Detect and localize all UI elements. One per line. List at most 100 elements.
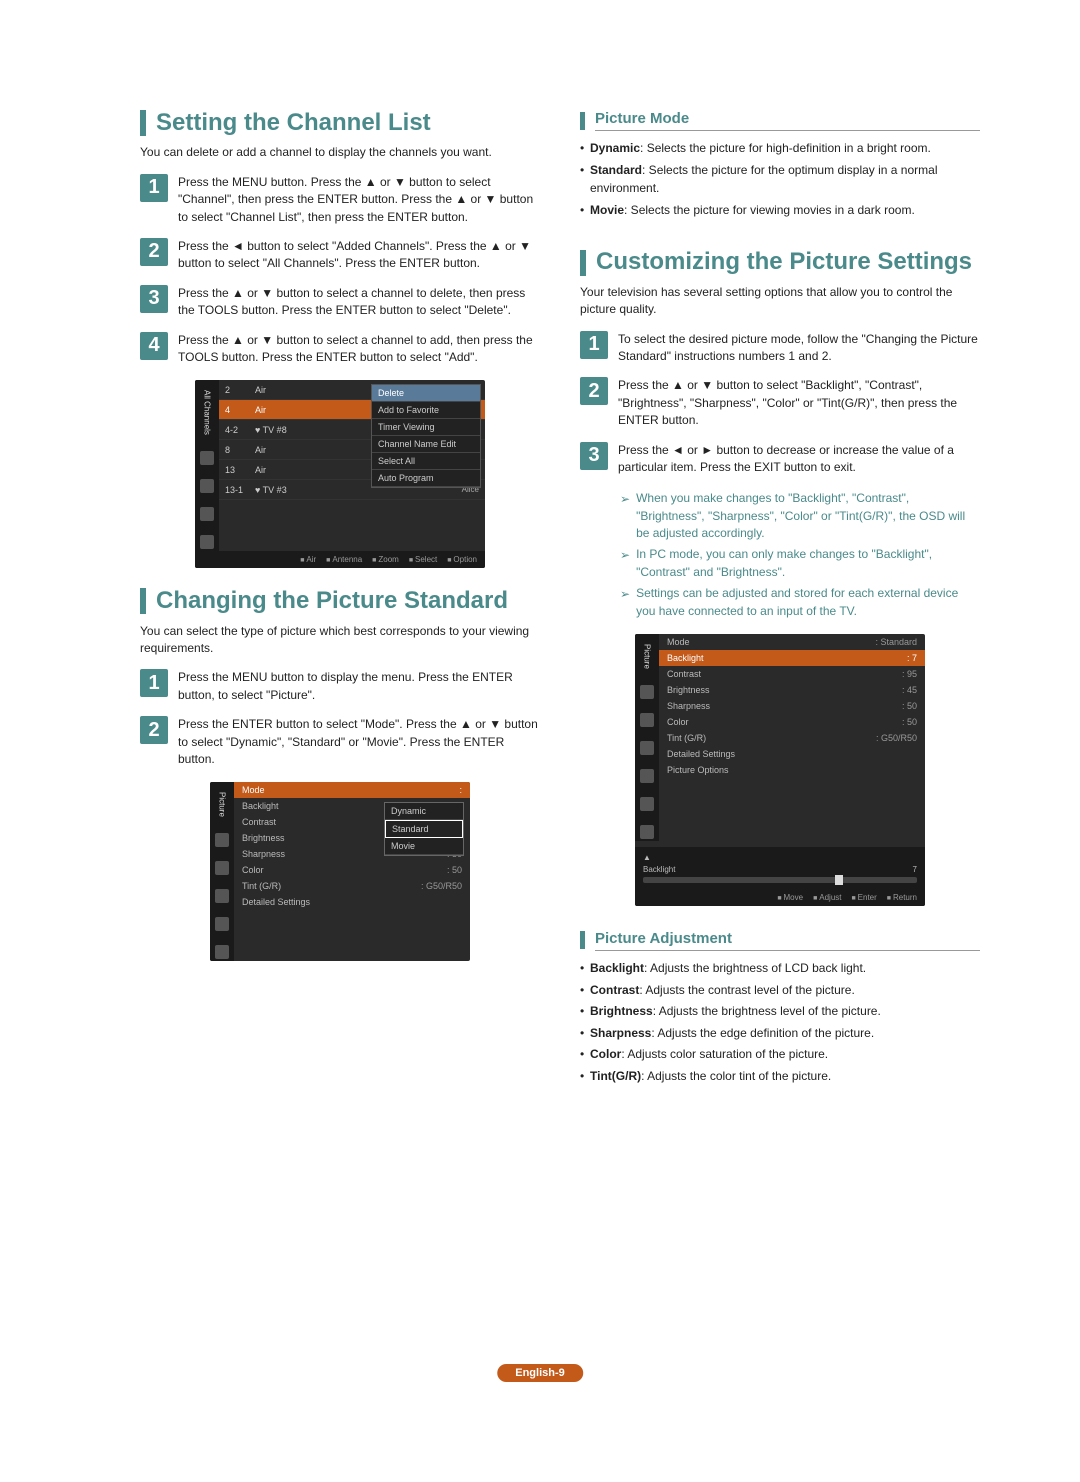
osd-setting-row: Color: 50 xyxy=(234,862,470,878)
osd-dropdown-item: Standard xyxy=(385,820,463,838)
note-arrow-icon: ➢ xyxy=(620,586,630,620)
osd-picture-settings: Picture Mode: StandardBacklight: 7Contra… xyxy=(635,634,925,906)
bullet-item: Color: Adjusts color saturation of the p… xyxy=(580,1045,980,1064)
left-column: Setting the Channel List You can delete … xyxy=(140,110,540,1099)
bullet-item: Contrast: Adjusts the contrast level of … xyxy=(580,981,980,1000)
osd-setting-row: Backlight: 7 xyxy=(659,650,925,666)
osd-footer: Air Antenna Zoom Select Option xyxy=(195,551,485,568)
osd-side-icon xyxy=(200,507,214,521)
osd-menu-item: Channel Name Edit xyxy=(372,436,480,453)
osd-side-label: All Channels xyxy=(203,386,212,439)
osd-dropdown-item: Dynamic xyxy=(385,803,463,820)
accent-bar-icon xyxy=(140,110,146,136)
osd-setting-row: Detailed Settings xyxy=(234,894,470,910)
osd-side-icon xyxy=(640,769,654,783)
osd-setting-row: Tint (G/R): G50/R50 xyxy=(234,878,470,894)
step-number: 1 xyxy=(140,174,168,202)
step-number: 2 xyxy=(580,377,608,405)
osd-side-icon xyxy=(640,825,654,839)
osd-slider: ▲ Backlight 7 xyxy=(635,847,925,889)
osd-side-icon xyxy=(640,685,654,699)
section-intro: Your television has several setting opti… xyxy=(580,284,980,319)
bullet-item: Dynamic: Selects the picture for high-de… xyxy=(580,139,980,158)
manual-page: Setting the Channel List You can delete … xyxy=(0,0,1080,1482)
page-footer: English-9 xyxy=(497,1364,583,1382)
step-text: Press the ▲ or ▼ button to select "Backl… xyxy=(618,377,980,429)
osd-side-icon xyxy=(215,833,229,847)
osd-side-icon xyxy=(200,535,214,549)
bullet-list: Backlight: Adjusts the brightness of LCD… xyxy=(580,959,980,1086)
osd-setting-row: Tint (G/R): G50/R50 xyxy=(659,730,925,746)
osd-setting-row: Sharpness: 50 xyxy=(659,698,925,714)
accent-bar-icon xyxy=(580,931,585,949)
osd-picture-mode: Picture Mode: BacklightContrastBrightnes… xyxy=(210,782,470,961)
osd-row-label: Mode xyxy=(242,785,459,795)
accent-bar-icon xyxy=(140,588,146,614)
accent-bar-icon xyxy=(580,250,586,276)
section-intro: You can delete or add a channel to displ… xyxy=(140,144,540,161)
osd-side-icon xyxy=(215,917,229,931)
note-arrow-icon: ➢ xyxy=(620,491,630,542)
osd-footer-item: Return xyxy=(887,893,917,902)
step-number: 3 xyxy=(580,442,608,470)
osd-footer-item: Move xyxy=(777,893,803,902)
up-arrow-icon: ▲ xyxy=(643,853,651,862)
osd-setting-row: Picture Options xyxy=(659,762,925,778)
section-intro: You can select the type of picture which… xyxy=(140,623,540,658)
osd-footer-item: Option xyxy=(447,555,477,564)
osd-side-icon xyxy=(640,797,654,811)
note-arrow-icon: ➢ xyxy=(620,547,630,581)
osd-footer-item: Adjust xyxy=(813,893,841,902)
slider-label: Backlight xyxy=(643,865,913,874)
osd-side-icon xyxy=(215,861,229,875)
step-text: Press the MENU button to display the men… xyxy=(178,669,540,704)
bullet-item: Tint(G/R): Adjusts the color tint of the… xyxy=(580,1067,980,1086)
bullet-list: Dynamic: Selects the picture for high-de… xyxy=(580,139,980,219)
osd-setting-row: Detailed Settings xyxy=(659,746,925,762)
note-item: ➢When you make changes to "Backlight", "… xyxy=(620,490,980,542)
osd-menu-item: Delete xyxy=(372,385,480,402)
step-text: Press the ▲ or ▼ button to select a chan… xyxy=(178,285,540,320)
osd-menu-item: Select All xyxy=(372,453,480,470)
osd-channel-list: All Channels 2Air4Air4-2♥ TV #88Air13Air… xyxy=(195,380,485,568)
osd-setting-row: Color: 50 xyxy=(659,714,925,730)
osd-dropdown-item: Movie xyxy=(385,838,463,855)
osd-footer-item: Air xyxy=(300,555,316,564)
bullet-item: Brightness: Adjusts the brightness level… xyxy=(580,1002,980,1021)
osd-menu-item: Timer Viewing xyxy=(372,419,480,436)
osd-footer-item: Antenna xyxy=(326,555,362,564)
step-number: 2 xyxy=(140,716,168,744)
bullet-item: Backlight: Adjusts the brightness of LCD… xyxy=(580,959,980,978)
step-number: 2 xyxy=(140,238,168,266)
osd-side-icon xyxy=(200,451,214,465)
osd-side-icon xyxy=(640,713,654,727)
bullet-item: Sharpness: Adjusts the edge definition o… xyxy=(580,1024,980,1043)
slider-value: 7 xyxy=(913,865,917,874)
osd-side-label: Picture xyxy=(218,788,227,821)
osd-side-icon xyxy=(215,889,229,903)
page-number-pill: English-9 xyxy=(497,1364,583,1382)
osd-mode-dropdown: DynamicStandardMovie xyxy=(384,802,464,856)
step-text: Press the ◄ or ► button to decrease or i… xyxy=(618,442,980,477)
note-item: ➢Settings can be adjusted and stored for… xyxy=(620,585,980,620)
osd-footer-item: Select xyxy=(409,555,437,564)
step-text: Press the ENTER button to select "Mode".… xyxy=(178,716,540,768)
subsection-title: Picture Adjustment xyxy=(595,930,980,951)
section-title: Customizing the Picture Settings xyxy=(596,249,972,275)
osd-footer-item: Zoom xyxy=(372,555,399,564)
osd-side-icon xyxy=(640,741,654,755)
osd-footer: MoveAdjustEnterReturn xyxy=(635,889,925,906)
note-item: ➢In PC mode, you can only make changes t… xyxy=(620,546,980,581)
bullet-item: Standard: Selects the picture for the op… xyxy=(580,161,980,198)
step-number: 1 xyxy=(140,669,168,697)
osd-context-menu: DeleteAdd to FavoriteTimer ViewingChanne… xyxy=(371,384,481,488)
osd-side-icon xyxy=(200,479,214,493)
osd-setting-row: Brightness: 45 xyxy=(659,682,925,698)
osd-side-icon xyxy=(215,945,229,959)
osd-menu-item: Add to Favorite xyxy=(372,402,480,419)
step-number: 3 xyxy=(140,285,168,313)
step-text: Press the ◄ button to select "Added Chan… xyxy=(178,238,540,273)
right-column: Picture Mode Dynamic: Selects the pictur… xyxy=(580,110,980,1099)
section-title: Changing the Picture Standard xyxy=(156,588,508,614)
slider-thumb-icon xyxy=(835,875,843,885)
